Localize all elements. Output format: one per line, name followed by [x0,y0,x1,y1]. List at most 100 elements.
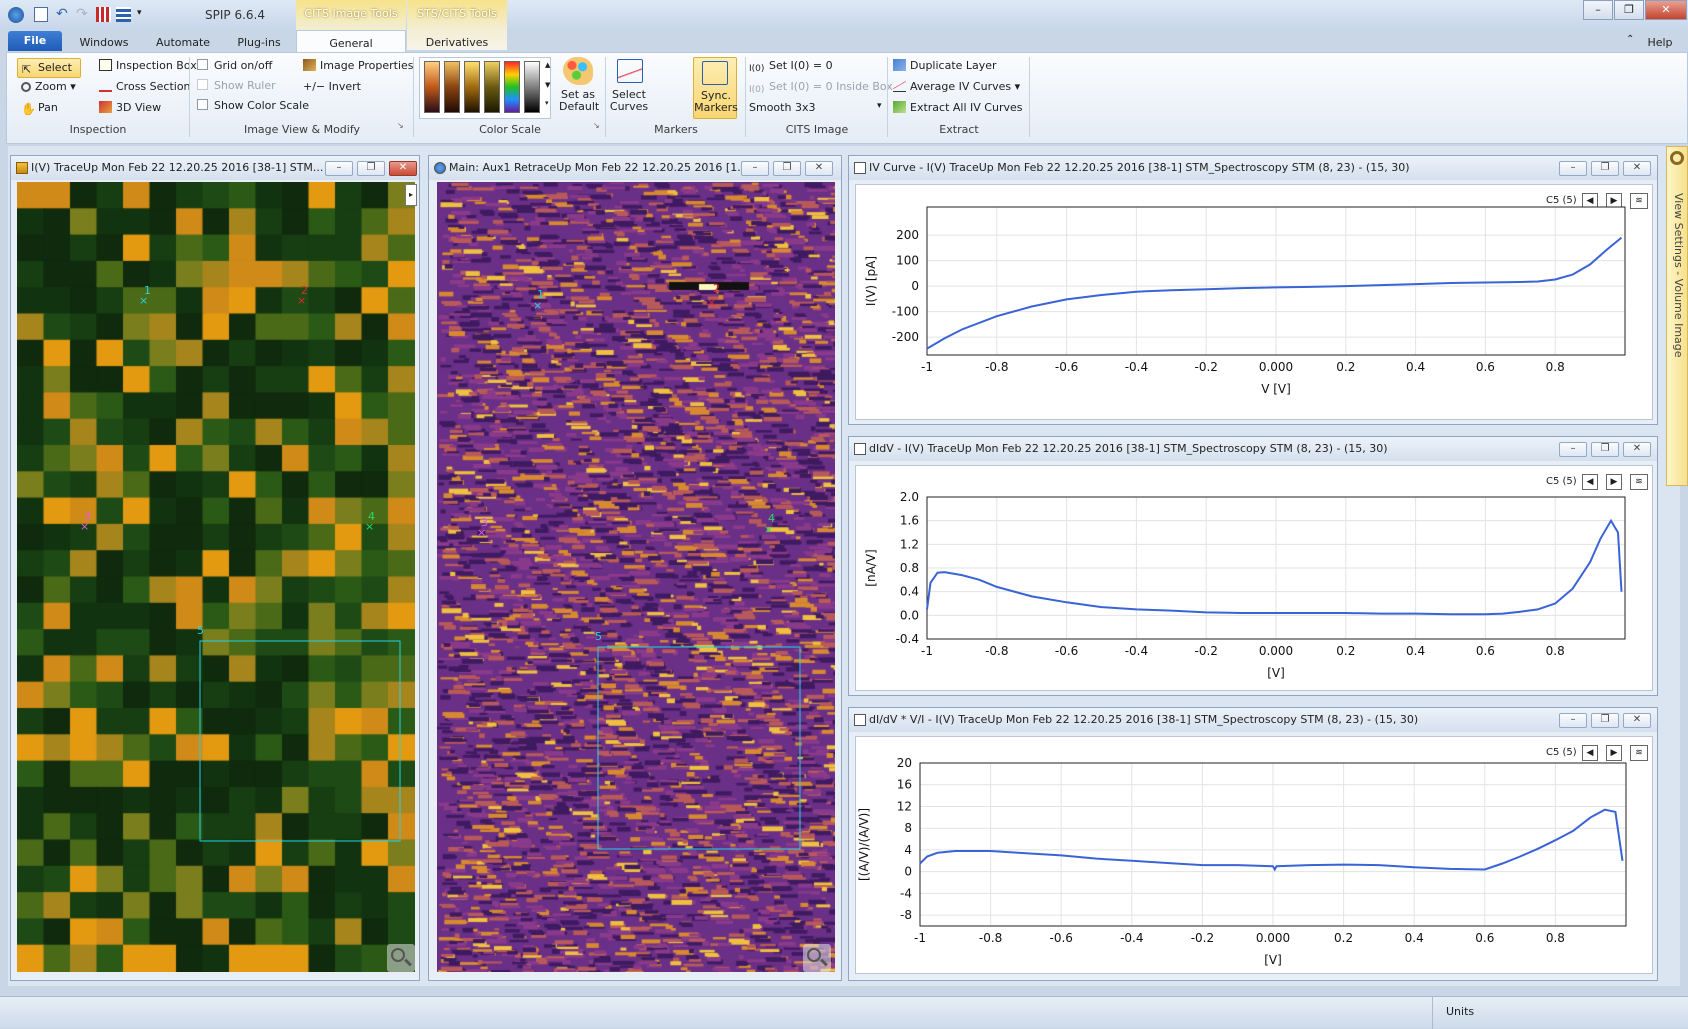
iv-minimize-button[interactable]: – [1559,161,1587,176]
inspection-box-button[interactable]: Inspection Box [99,59,197,72]
iv-curve-chart[interactable]: -1 -0.8 -0.6 -0.4 -0.2 0.000 0.2 0.4 0.6 0.8 200 10… [856,185,1654,421]
middle-minimize-button[interactable]: – [741,161,769,176]
show-color-scale-checkbox[interactable]: Show Color Scale [197,99,309,112]
middle-restore-button[interactable]: ❐ [773,161,801,176]
marker-5-inspection-box[interactable] [597,646,801,850]
average-iv-curves-button[interactable]: Average IV Curves ▾ [893,80,1020,93]
group-expand-icon[interactable]: ↘ [593,121,600,130]
quick-grid-blue-icon[interactable] [116,7,131,22]
magnifier-icon[interactable] [803,944,831,972]
norm-close-button[interactable]: ✕ [1623,713,1651,728]
tab-windows[interactable]: Windows [74,34,134,52]
marker-1[interactable]: × [139,294,148,307]
iv-close-button[interactable]: ✕ [1623,161,1651,176]
marker-1[interactable]: × [533,299,542,312]
extract-all-iv-curves-button[interactable]: Extract All IV Curves [893,101,1022,114]
marker-4[interactable]: × [764,523,773,536]
group-separator [887,57,888,137]
magnifier-icon[interactable] [387,944,415,972]
tab-automate[interactable]: Automate [148,34,218,52]
select-curves-button[interactable]: Select Curves [607,89,651,113]
select-button[interactable]: ⇱ Select [17,58,81,78]
cross-section-button[interactable]: Cross Section [99,80,191,93]
color-scale-olive-swatch[interactable] [484,61,500,113]
norm-minimize-button[interactable]: – [1559,713,1587,728]
didv-close-button[interactable]: ✕ [1623,442,1651,457]
app-logo-icon[interactable] [8,7,24,23]
inspection-box-icon [99,59,112,71]
middle-close-button[interactable]: ✕ [805,161,833,176]
marker-4[interactable]: × [365,520,374,533]
set-i0-button[interactable]: I(0) Set I(0) = 0 [749,59,833,76]
gallery-scroll-up-icon[interactable]: ▲ [545,61,550,69]
tab-derivatives[interactable]: Derivatives [412,34,502,52]
restore-button[interactable]: ❐ [1614,0,1644,20]
group-expand-icon[interactable]: ↘ [397,121,404,130]
help-menu[interactable]: Help [1640,34,1680,52]
didv-chart-area: C5 (5) ◀ ▶ ≋ -1 -0.8 -0.6 -0.4 -0.2 0.000 0.2 0… [855,465,1653,691]
zoom-button[interactable]: Zoom ▾ [21,80,76,93]
didv-minimize-button[interactable]: – [1559,442,1587,457]
gallery-more-icon[interactable]: ▾ [545,99,549,107]
marker-2[interactable]: × [297,294,306,307]
gallery-scroll-down-icon[interactable]: ▼ [545,81,550,89]
normalized-didv-chart[interactable]: -1 -0.8 -0.6 -0.4 -0.2 0.000 0.2 0.4 0.6 0.8 20 16 1… [856,737,1654,975]
didv-window[interactable]: dIdV - I(V) TraceUp Mon Feb 22 12.20.25 … [848,436,1658,696]
invert-button[interactable]: +/− Invert [303,80,361,93]
normalized-window-titlebar[interactable]: dI/dV * V/I - I(V) TraceUp Mon Feb 22 12… [849,708,1657,732]
grid-toggle-checkbox[interactable]: Grid on/off [197,59,272,72]
marker-3[interactable]: × [80,520,89,533]
color-scale-rainbow-swatch[interactable] [504,61,520,113]
y-axis-label: [(A/V)/(A/V)] [857,808,871,881]
set-as-default-button[interactable]: Set as Default [559,89,599,113]
pan-button[interactable]: ✋ Pan [21,101,58,116]
color-scale-gold-swatch[interactable] [464,61,480,113]
y-tick-label: 1.2 [900,537,919,551]
sync-markers-button[interactable]: Sync. Markers [693,57,738,119]
middle-window-titlebar[interactable]: Main: Aux1 RetraceUp Mon Feb 22 12.20.25… [429,156,841,180]
color-scale-brown-swatch[interactable] [444,61,460,113]
tab-file[interactable]: File [8,31,62,51]
3d-view-button[interactable]: 3D View [99,101,161,114]
duplicate-layer-button[interactable]: Duplicate Layer [893,59,997,72]
window-close-button[interactable]: ✕ [1645,0,1687,20]
iv-restore-button[interactable]: ❐ [1591,161,1619,176]
left-restore-button[interactable]: ❐ [357,161,385,176]
color-scale-orange-swatch[interactable] [424,61,440,113]
quick-grid-red-icon[interactable] [96,7,111,22]
app-title: SPIP 6.6.4 [205,8,265,22]
normalized-didv-window[interactable]: dI/dV * V/I - I(V) TraceUp Mon Feb 22 12… [848,707,1658,981]
norm-restore-button[interactable]: ❐ [1591,713,1619,728]
minimize-button[interactable]: – [1583,0,1613,20]
marker-2[interactable]: × [707,296,716,309]
image-properties-button[interactable]: Image Properties [303,59,414,72]
iv-window-titlebar[interactable]: IV Curve - I(V) TraceUp Mon Feb 22 12.20… [849,156,1657,180]
didv-restore-button[interactable]: ❐ [1591,442,1619,457]
didv-chart[interactable]: -1 -0.8 -0.6 -0.4 -0.2 0.000 0.2 0.4 0.6 0.8 2.0 1.… [856,466,1654,692]
iv-curve-window[interactable]: IV Curve - I(V) TraceUp Mon Feb 22 12.20… [848,155,1658,425]
left-minimize-button[interactable]: – [325,161,353,176]
help-caret-icon[interactable]: ⌃ [1626,34,1634,45]
didv-window-titlebar[interactable]: dIdV - I(V) TraceUp Mon Feb 22 12.20.25 … [849,437,1657,461]
middle-image-window[interactable]: Main: Aux1 RetraceUp Mon Feb 22 12.20.25… [428,155,842,981]
set-i0-inside-box-button: I(0) Set I(0) = 0 Inside Box [749,80,893,95]
left-window-titlebar[interactable]: I(V) TraceUp Mon Feb 22 12.20.25 2016 [3… [11,156,419,180]
left-image-window[interactable]: I(V) TraceUp Mon Feb 22 12.20.25 2016 [3… [10,155,420,981]
view-settings-side-tab[interactable]: View Settings - Volume Image [1666,146,1688,486]
chart-icon [854,162,866,174]
group-label-extract: Extract [939,123,979,136]
quick-undo-icon[interactable]: ↶ [56,6,68,22]
smooth-3x3-button[interactable]: Smooth 3x3 [749,101,815,114]
marker-3[interactable]: × [477,526,486,539]
3d-view-icon [99,101,112,113]
tab-plug-ins[interactable]: Plug-ins [228,34,290,52]
group-label-inspection: Inspection [69,123,127,136]
quick-new-icon[interactable] [34,7,48,22]
color-scale-gray-swatch[interactable] [524,61,540,113]
quick-access-dropdown-icon[interactable]: ▾ [137,8,142,18]
smooth-dropdown-icon[interactable]: ▾ [877,101,882,111]
tab-general[interactable]: General [296,30,406,53]
left-close-button[interactable]: ✕ [389,161,417,176]
x-tick-label: -1 [921,644,933,658]
marker-5-inspection-box[interactable] [199,640,401,842]
